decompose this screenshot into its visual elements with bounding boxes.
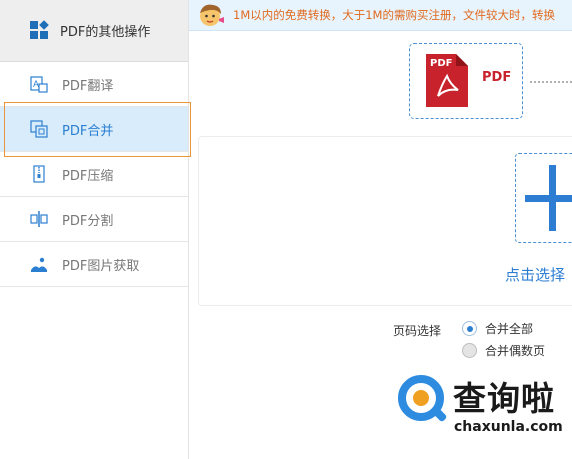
svg-text:A: A xyxy=(33,79,39,89)
compress-icon xyxy=(30,165,48,183)
click-select-link[interactable]: 点击选择 xyxy=(505,264,565,285)
watermark-title: 查询啦 xyxy=(453,379,555,418)
sidebar-item-label: PDF分割 xyxy=(62,213,114,229)
sidebar-item-image-extract[interactable]: PDF图片获取 xyxy=(0,242,188,287)
flow-connector xyxy=(530,81,572,83)
sidebar-header: PDF的其他操作 xyxy=(0,0,188,62)
pdf-format-label: PDF xyxy=(482,70,512,85)
sidebar-item-merge[interactable]: PDF合并 xyxy=(0,107,188,152)
radio-merge-even-pages[interactable]: 合并偶数页 xyxy=(462,342,545,359)
notice-text: 1M以内的免费转换，大于1M的需购买注册，文件较大时，转换 xyxy=(233,8,555,22)
sidebar-item-label: PDF合并 xyxy=(62,123,114,139)
sidebar-menu: A PDF翻译 PDF合并 PDF压缩 PDF分割 PDF图片获取 xyxy=(0,62,188,287)
radio-button[interactable] xyxy=(462,343,477,358)
mascot-icon xyxy=(197,1,225,29)
radio-merge-all[interactable]: 合并全部 xyxy=(462,320,533,337)
image-extract-icon xyxy=(30,255,48,273)
grid-menu-icon xyxy=(30,19,50,41)
split-icon xyxy=(30,210,48,228)
radio-button-checked[interactable] xyxy=(462,321,477,336)
notice-bar: 1M以内的免费转换，大于1M的需购买注册，文件较大时，转换 xyxy=(189,0,572,31)
page-selection-label: 页码选择 xyxy=(393,324,442,338)
sidebar-item-translate[interactable]: A PDF翻译 xyxy=(0,62,188,107)
sidebar-item-split[interactable]: PDF分割 xyxy=(0,197,188,242)
sidebar-title: PDF的其他操作 xyxy=(60,25,151,40)
watermark-logo-icon xyxy=(397,374,449,426)
sidebar-item-label: PDF图片获取 xyxy=(62,258,140,274)
watermark-url: chaxunla.com xyxy=(454,419,563,435)
plus-icon-bar xyxy=(525,195,572,202)
app-root: PDF的其他操作 A PDF翻译 PDF合并 PDF压缩 PDF分割 PDF图片… xyxy=(0,0,572,459)
pdf-format-badge: PDF PDF xyxy=(409,43,523,119)
translate-icon: A xyxy=(30,75,48,93)
radio-label: 合并偶数页 xyxy=(485,344,546,358)
pdf-file-icon-label: PDF xyxy=(430,58,453,69)
merge-icon xyxy=(30,120,48,138)
radio-label: 合并全部 xyxy=(485,322,534,336)
sidebar-item-label: PDF压缩 xyxy=(62,168,114,184)
sidebar-item-compress[interactable]: PDF压缩 xyxy=(0,152,188,197)
sidebar: PDF的其他操作 A PDF翻译 PDF合并 PDF压缩 PDF分割 PDF图片… xyxy=(0,0,189,459)
sidebar-item-label: PDF翻译 xyxy=(62,78,114,94)
